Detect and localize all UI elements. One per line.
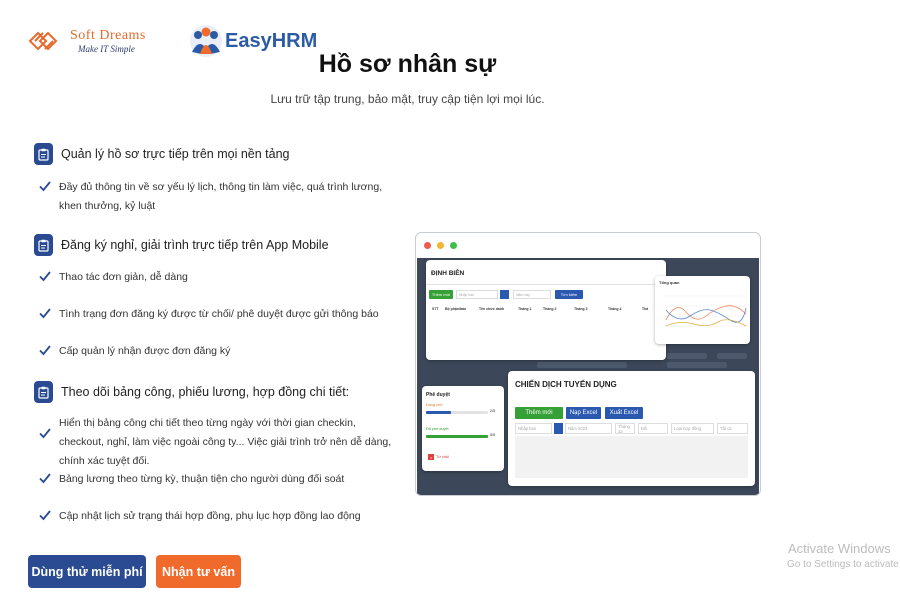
feature-item: Thao tác đơn giản, dễ dàng	[38, 268, 398, 287]
campaign-filter-input[interactable]: Loại hợp đồng	[671, 423, 714, 434]
activate-windows-subtitle: Go to Settings to activate Windows.	[787, 559, 900, 570]
export-excel-button[interactable]: Xuất Excel	[605, 407, 643, 419]
check-icon	[39, 271, 51, 282]
clipboard-icon	[34, 143, 53, 165]
chart-title: Tổng quan	[659, 280, 680, 285]
campaign-filter-input[interactable]: Tháng 12	[615, 423, 635, 434]
overview-line-chart	[664, 295, 747, 327]
consult-button[interactable]: Nhận tư vấn	[156, 555, 241, 588]
approved-count: 5/5	[490, 433, 496, 437]
dinh-bien-card: ĐỊNH BIÊN Thêm mới Nhập ban Năm nay Tìm …	[426, 260, 666, 360]
column-header: Tháng 3	[574, 307, 588, 311]
approved-progress	[426, 435, 488, 438]
check-icon	[39, 510, 51, 521]
pending-progress	[426, 411, 488, 414]
clipboard-icon	[34, 234, 53, 256]
feature-item-text: Bảng lương theo từng kỳ, thuận tiện cho …	[59, 473, 345, 485]
feature-item: Cập nhật lịch sử trạng thái hợp đồng, ph…	[38, 507, 398, 526]
search-button[interactable]: Tìm kiếm	[555, 290, 583, 299]
column-header: Tháng 2	[543, 307, 557, 311]
softdreams-name: Soft Dreams	[70, 27, 146, 43]
recruitment-campaign-card: CHIẾN DỊCH TUYỂN DỤNG Thêm mới Nạp Excel…	[508, 371, 755, 486]
app-mockup-window: ĐỊNH BIÊN Thêm mới Nhập ban Năm nay Tìm …	[415, 232, 761, 496]
department-input[interactable]: Nhập ban	[456, 290, 498, 299]
feature-item: Đầy đủ thông tin về sơ yếu lý lịch, thôn…	[38, 178, 398, 216]
background-row	[537, 362, 627, 368]
approved-label: Đã phê duyệt	[426, 427, 449, 431]
column-header: Tháng 4	[608, 307, 622, 311]
check-icon	[39, 308, 51, 319]
check-icon	[39, 473, 51, 484]
column-header: Bộ phận/ban	[445, 307, 467, 311]
feature-title: Theo dõi bảng công, phiếu lương, hợp đồn…	[61, 385, 350, 399]
mockup-titlebar	[416, 233, 760, 258]
check-icon	[39, 345, 51, 356]
free-trial-button[interactable]: Dùng thử miễn phí	[28, 555, 146, 588]
page-title: Hồ sơ nhân sự	[318, 50, 497, 78]
background-row	[717, 353, 747, 359]
campaign-filter-input[interactable]: Nhập ban	[515, 423, 552, 434]
import-excel-button[interactable]: Nạp Excel	[566, 407, 601, 419]
rejected-row: × Từ chối	[428, 454, 449, 460]
campaign-title: CHIẾN DỊCH TUYỂN DỤNG	[515, 380, 617, 389]
pending-count: 2/5	[490, 409, 496, 413]
feature-title: Đăng ký nghỉ, giải trình trực tiếp trên …	[61, 238, 329, 252]
minimize-dot-icon	[437, 242, 444, 249]
feature-section-1: Quản lý hồ sơ trực tiếp trên mọi nền tản…	[34, 143, 290, 165]
feature-item: Bảng lương theo từng kỳ, thuận tiện cho …	[38, 470, 398, 489]
column-header: Thá	[642, 307, 649, 311]
feature-item-text: Tình trạng đơn đăng ký được từ chối/ phê…	[59, 308, 379, 320]
feature-item: Tình trạng đơn đăng ký được từ chối/ phê…	[38, 305, 398, 324]
campaign-filter-input[interactable]: Đối	[638, 423, 668, 434]
feature-section-2: Đăng ký nghỉ, giải trình trực tiếp trên …	[34, 234, 329, 256]
feature-item-text: Cập nhật lịch sử trạng thái hợp đồng, ph…	[59, 510, 361, 522]
feature-title: Quản lý hồ sơ trực tiếp trên mọi nền tản…	[61, 147, 290, 161]
check-icon	[39, 428, 51, 439]
feature-item: Hiển thị bảng công chi tiết theo từng ng…	[38, 414, 398, 471]
search-icon[interactable]	[500, 290, 509, 299]
overview-chart-card: Tổng quan	[655, 276, 750, 344]
pending-label: Đang chờ	[426, 403, 443, 407]
check-icon	[39, 181, 51, 192]
activate-windows-title: Activate Windows	[788, 541, 891, 556]
background-row	[667, 362, 727, 368]
close-dot-icon	[424, 242, 431, 249]
campaign-filter-input[interactable]: Tất cả	[717, 423, 748, 434]
column-header: Tên chức danh	[479, 307, 505, 311]
approval-title: Phê duyệt	[426, 392, 450, 398]
feature-item: Cấp quản lý nhận được đơn đăng ký	[38, 342, 398, 361]
year-input[interactable]: Năm nay	[513, 290, 551, 299]
feature-section-3: Theo dõi bảng công, phiếu lương, hợp đồn…	[34, 381, 349, 403]
clipboard-icon	[34, 381, 53, 403]
feature-item-text: Hiển thị bảng công chi tiết theo từng ng…	[59, 417, 392, 467]
divider	[426, 284, 666, 285]
maximize-dot-icon	[450, 242, 457, 249]
add-new-button[interactable]: Thêm mới	[429, 290, 453, 299]
dinh-bien-title: ĐỊNH BIÊN	[431, 270, 465, 277]
feature-item-text: Thao tác đơn giản, dễ dàng	[59, 271, 188, 283]
approval-card: Phê duyệt Đang chờ 2/5 Đã phê duyệt 5/5 …	[422, 386, 504, 471]
campaign-filter-input[interactable]: Năm 2023	[565, 423, 612, 434]
campaign-add-button[interactable]: Thêm mới	[515, 407, 563, 419]
rejected-label: Từ chối	[436, 455, 449, 459]
background-row	[667, 353, 707, 359]
campaign-table-area	[515, 436, 748, 478]
column-header: Tháng 1	[518, 307, 532, 311]
reject-x-icon: ×	[428, 454, 434, 460]
campaign-search-icon[interactable]	[554, 423, 563, 434]
feature-item-text: Cấp quản lý nhận được đơn đăng ký	[59, 345, 231, 357]
page-subtitle: Lưu trữ tập trung, bảo mật, truy cập tiệ…	[270, 92, 545, 106]
mockup-canvas: ĐỊNH BIÊN Thêm mới Nhập ban Năm nay Tìm …	[417, 258, 759, 495]
column-header: STT	[432, 307, 439, 311]
feature-item-text: Đầy đủ thông tin về sơ yếu lý lịch, thôn…	[59, 181, 383, 212]
